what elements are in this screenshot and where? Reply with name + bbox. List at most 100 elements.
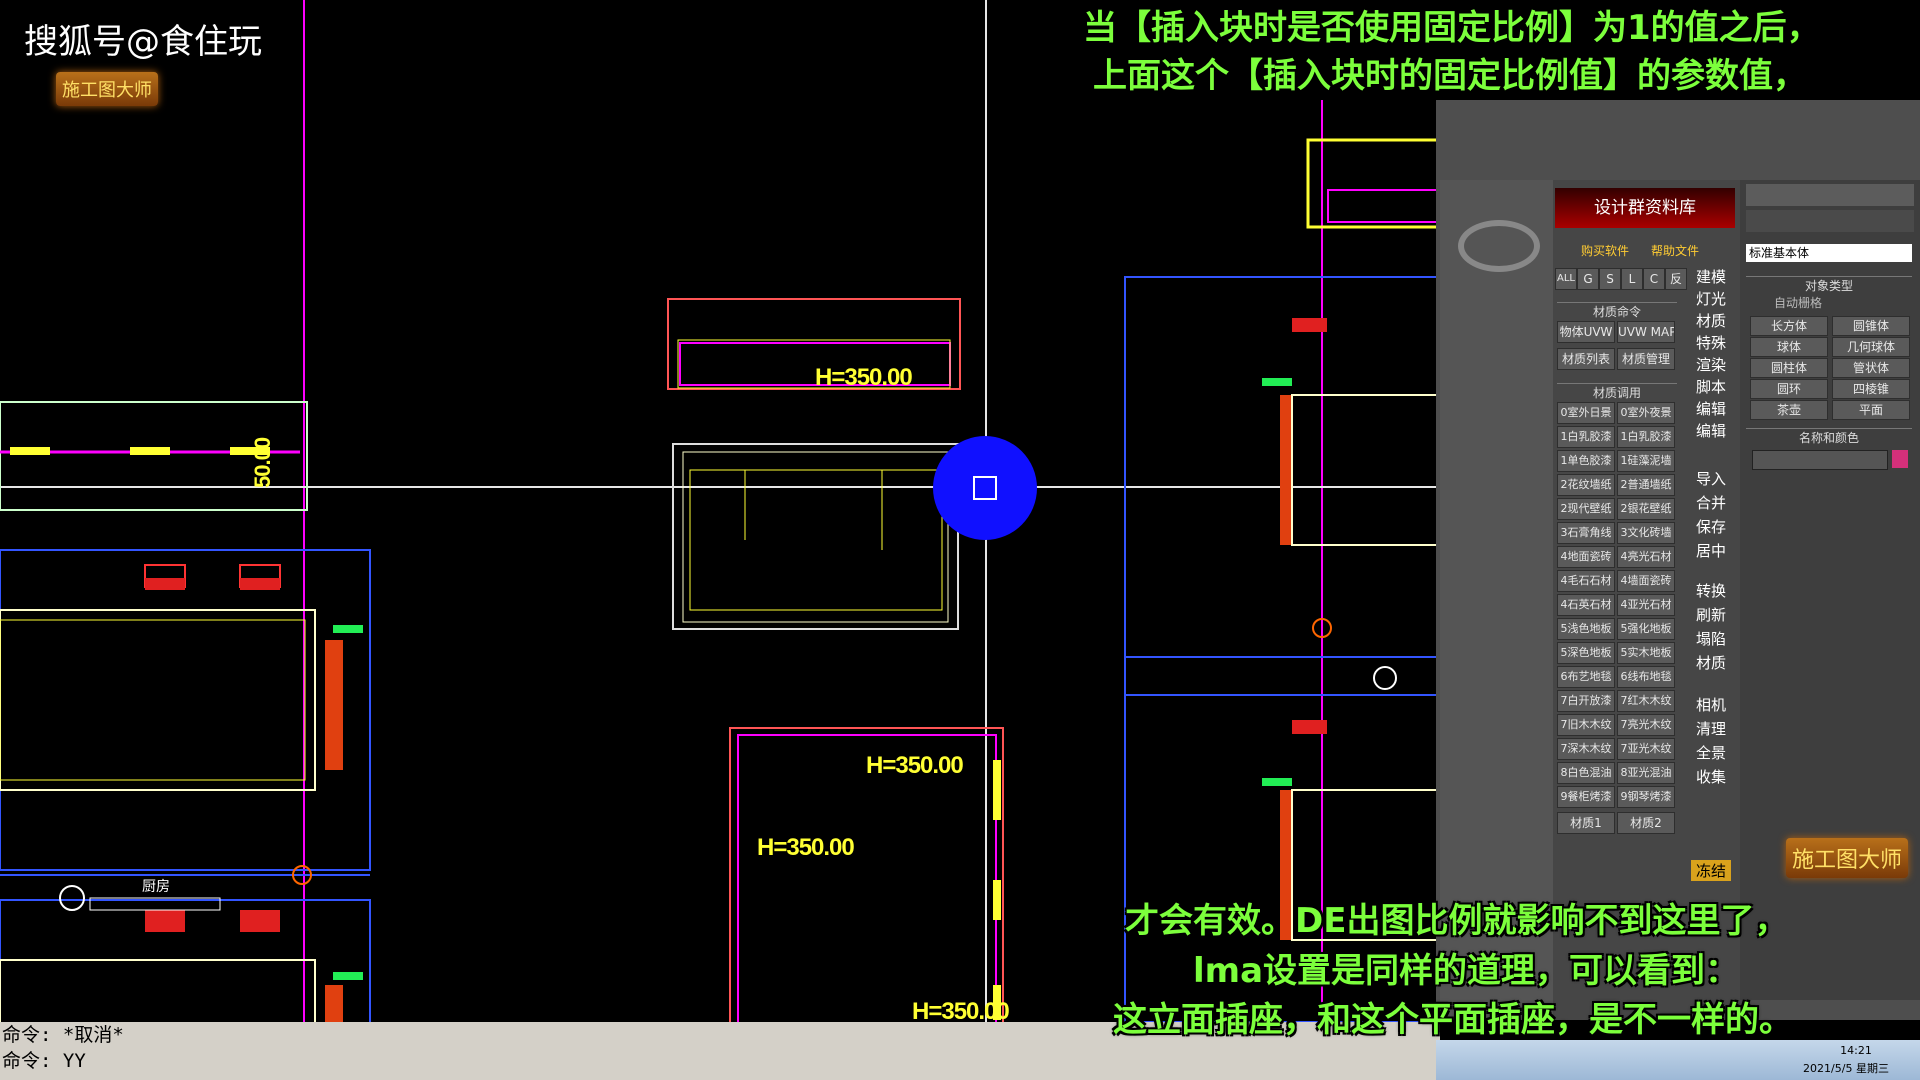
object-type-button[interactable]: 球体 bbox=[1750, 337, 1828, 357]
object-type-button[interactable]: 茶壶 bbox=[1750, 400, 1828, 420]
side-menu-item[interactable]: 特殊 bbox=[1691, 332, 1731, 353]
side-menu-item[interactable]: 编辑 bbox=[1691, 398, 1731, 419]
side-menu-item[interactable]: 转换 bbox=[1691, 580, 1731, 601]
panel-tabs[interactable] bbox=[1746, 184, 1914, 206]
object-type-button[interactable]: 圆锥体 bbox=[1832, 316, 1910, 336]
primitive-dropdown[interactable]: 标准基本体 bbox=[1746, 244, 1912, 262]
buy-link[interactable]: 购买软件 bbox=[1581, 242, 1629, 259]
material-button[interactable]: 9餐柜烤漆 bbox=[1557, 786, 1615, 808]
side-menu-item[interactable]: 全景 bbox=[1691, 742, 1731, 763]
subtitle-bottom-line2: lma设置是同样的道理，可以看到： bbox=[1193, 951, 1740, 991]
object-type-button[interactable]: 管状体 bbox=[1832, 358, 1910, 378]
material-button[interactable]: 9钢琴烤漆 bbox=[1617, 786, 1675, 808]
material-button[interactable]: 2现代壁纸 bbox=[1557, 498, 1615, 520]
material-button[interactable]: 7深木木纹 bbox=[1557, 738, 1615, 760]
material-button[interactable]: 7亚光木纹 bbox=[1617, 738, 1675, 760]
material-button[interactable]: 1单色胶漆 bbox=[1557, 450, 1615, 472]
filter-g[interactable]: G bbox=[1577, 268, 1599, 290]
material-button[interactable]: 7亮光木纹 bbox=[1617, 714, 1675, 736]
side-menu-item[interactable]: 清理 bbox=[1691, 718, 1731, 739]
side-menu-item[interactable]: 合并 bbox=[1691, 492, 1731, 513]
material-button[interactable]: 4亚光石材 bbox=[1617, 594, 1675, 616]
sohu-watermark: 搜狐号@食住玩 bbox=[24, 22, 262, 62]
material-button[interactable]: 2花纹墙纸 bbox=[1557, 474, 1615, 496]
filter-l[interactable]: L bbox=[1621, 268, 1643, 290]
command-input-line[interactable]: 命令: YY bbox=[0, 1048, 1440, 1074]
side-menu-item[interactable]: 保存 bbox=[1691, 516, 1731, 537]
autogrid-checkbox[interactable]: 自动栅格 bbox=[1774, 294, 1822, 311]
side-menu-item[interactable]: 灯光 bbox=[1691, 288, 1731, 309]
material-button[interactable]: 5深色地板 bbox=[1557, 642, 1615, 664]
clock-time[interactable]: 14:21 bbox=[1806, 1044, 1906, 1057]
side-menu-item[interactable]: 冻结 bbox=[1691, 860, 1731, 881]
material-button[interactable]: 7红木木纹 bbox=[1617, 690, 1675, 712]
material-button[interactable]: 1白乳胶漆 bbox=[1617, 426, 1675, 448]
side-menu-item[interactable]: 相机 bbox=[1691, 694, 1731, 715]
material-button[interactable]: 5强化地板 bbox=[1617, 618, 1675, 640]
filter-c[interactable]: C bbox=[1643, 268, 1665, 290]
filter-reverse[interactable]: 反 bbox=[1665, 268, 1687, 290]
material-button[interactable]: 6线布地毯 bbox=[1617, 666, 1675, 688]
side-menu-item[interactable]: 建模 bbox=[1691, 266, 1731, 287]
cad-viewport[interactable]: H=350.00 H=350.00 H=350.00 H=350.00 50.0… bbox=[0, 0, 1440, 1022]
material-button[interactable]: 4亮光石材 bbox=[1617, 546, 1675, 568]
material-button[interactable]: 0室外夜景 bbox=[1617, 402, 1675, 424]
object-type-button[interactable]: 几何球体 bbox=[1832, 337, 1910, 357]
subtitle-top-line1: 当【插入块时是否使用固定比例】为1的值之后， bbox=[1083, 8, 1821, 48]
material-manager-button[interactable]: 材质管理 bbox=[1617, 348, 1675, 370]
material-button[interactable]: 0室外日景 bbox=[1557, 402, 1615, 424]
material-button[interactable]: 4地面瓷砖 bbox=[1557, 546, 1615, 568]
material-button[interactable]: 5浅色地板 bbox=[1557, 618, 1615, 640]
material-button[interactable]: 2银花壁纸 bbox=[1617, 498, 1675, 520]
object-type-button[interactable]: 圆环 bbox=[1750, 379, 1828, 399]
teapot-icon[interactable] bbox=[1458, 220, 1540, 272]
material-button[interactable]: 3文化砖墙 bbox=[1617, 522, 1675, 544]
material-list-button[interactable]: 材质列表 bbox=[1557, 348, 1615, 370]
object-type-button[interactable]: 四棱锥 bbox=[1832, 379, 1910, 399]
material-button[interactable]: 7旧木木纹 bbox=[1557, 714, 1615, 736]
subtitle-top-line2: 上面这个【插入块时的固定比例值】的参数值， bbox=[1093, 56, 1807, 96]
material-button[interactable]: 4毛石石材 bbox=[1557, 570, 1615, 592]
rollout-object-type[interactable]: 对象类型 bbox=[1746, 276, 1912, 294]
material-button[interactable]: 1硅藻泥墙 bbox=[1617, 450, 1675, 472]
side-menu-item[interactable]: 脚本 bbox=[1691, 376, 1731, 397]
rollout-name-color[interactable]: 名称和颜色 bbox=[1746, 428, 1912, 446]
side-menu-item[interactable]: 塌陷 bbox=[1691, 628, 1731, 649]
side-menu-item[interactable]: 材质 bbox=[1691, 652, 1731, 673]
material1-button[interactable]: 材质1 bbox=[1557, 812, 1615, 834]
material-button[interactable]: 3石膏角线 bbox=[1557, 522, 1615, 544]
filter-s[interactable]: S bbox=[1599, 268, 1621, 290]
side-menu-item[interactable]: 收集 bbox=[1691, 766, 1731, 787]
filter-all[interactable]: ALL bbox=[1555, 268, 1577, 290]
material-button[interactable]: 4墙面瓷砖 bbox=[1617, 570, 1675, 592]
side-menu-item[interactable]: 导入 bbox=[1691, 468, 1731, 489]
category-icons[interactable] bbox=[1746, 210, 1914, 232]
material-button[interactable]: 7白开放漆 bbox=[1557, 690, 1615, 712]
room-label: 厨房 bbox=[142, 879, 170, 895]
material2-button[interactable]: 材质2 bbox=[1617, 812, 1675, 834]
material-button[interactable]: 8亚光混油 bbox=[1617, 762, 1675, 784]
object-type-button[interactable]: 平面 bbox=[1832, 400, 1910, 420]
group-material-call: 材质调用 bbox=[1557, 383, 1677, 401]
side-menu-item[interactable]: 渲染 bbox=[1691, 354, 1731, 375]
object-color-swatch[interactable] bbox=[1892, 450, 1908, 468]
side-menu-item[interactable]: 材质 bbox=[1691, 310, 1731, 331]
material-button[interactable]: 5实木地板 bbox=[1617, 642, 1675, 664]
side-menu-item[interactable]: 编辑 bbox=[1691, 420, 1731, 441]
object-type-button[interactable]: 圆柱体 bbox=[1750, 358, 1828, 378]
side-menu-item[interactable]: 居中 bbox=[1691, 540, 1731, 561]
material-button[interactable]: 8白色混油 bbox=[1557, 762, 1615, 784]
side-menu-item[interactable]: 刷新 bbox=[1691, 604, 1731, 625]
object-name-field[interactable] bbox=[1752, 450, 1888, 470]
material-button[interactable]: 4石英石材 bbox=[1557, 594, 1615, 616]
object-type-button[interactable]: 长方体 bbox=[1750, 316, 1828, 336]
material-button[interactable]: 1白乳胶漆 bbox=[1557, 426, 1615, 448]
subtitle-bottom-line3: 这立面插座，和这个平面插座，是不一样的。 bbox=[1113, 1000, 1793, 1040]
material-button[interactable]: 6布艺地毯 bbox=[1557, 666, 1615, 688]
uvw-map-button[interactable]: UVW MAP bbox=[1617, 321, 1675, 343]
uvw-object-button[interactable]: 物体UVW bbox=[1557, 321, 1615, 343]
help-link[interactable]: 帮助文件 bbox=[1651, 242, 1699, 259]
height-label: H=350.00 bbox=[912, 998, 1010, 1022]
material-button[interactable]: 2普通墙纸 bbox=[1617, 474, 1675, 496]
cad-drawing bbox=[0, 0, 1440, 1022]
